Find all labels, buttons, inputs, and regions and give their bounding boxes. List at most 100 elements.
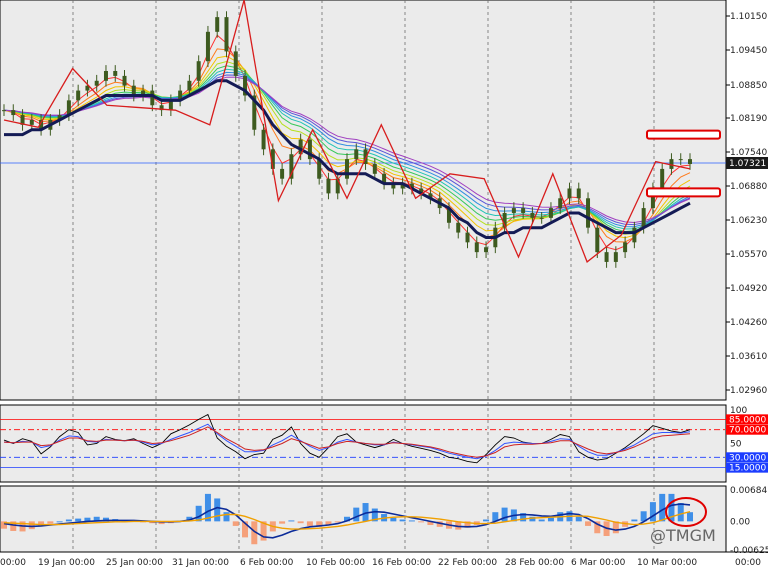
price-tick-label: 1.05570 [730,250,767,260]
candle-body [576,188,581,199]
macd-histogram-bar [631,519,638,522]
rsi-axis-mid: 50 [730,440,742,450]
rsi-level-label: 85.0000 [729,415,766,425]
candle-body [641,208,646,228]
candle-body [261,129,266,150]
macd-tick-label: 0.0068477 [730,486,768,496]
macd-histogram-bar [288,520,295,522]
candle-body [660,168,665,189]
macd-histogram-bar [687,512,693,522]
candle-body [196,61,201,81]
macd-histogram-bar [547,517,554,522]
chart-canvas: 1.10150 1.09450 1.08850 1.08190 1.07540 1.068… [0,0,768,568]
macd-histogram-bar [28,521,35,530]
candle-body [11,110,16,116]
price-tick-label: 1.02960 [730,386,767,396]
candle-body [548,208,553,218]
price-tick-label: 1.09450 [730,46,767,56]
macd-histogram-bar [65,519,72,522]
macd-histogram-bar [659,493,666,522]
price-tick-label: 1.03610 [730,352,767,362]
time-tick-label: 16 Feb 00:00 [372,558,431,568]
candle-body [76,90,81,101]
time-tick-label: 10 Mar 00:00 [637,558,697,568]
macd-histogram-bar [56,521,63,523]
macd-histogram-bar [649,502,656,522]
price-tick-label: 1.04920 [730,284,767,294]
time-tick-label: 00:00 [0,558,26,568]
candle-body [632,227,637,243]
price-tick-label: 1.07540 [730,148,767,158]
candle-body [595,227,600,253]
candle-body [326,178,331,194]
watermark-text: @TMGM [650,526,716,545]
candle-body [345,159,349,179]
candle-body [103,70,108,81]
support-box [646,187,721,198]
macd-histogram-bar [390,517,397,522]
rsi-level-label: 15.0000 [729,464,766,474]
macd-histogram-bar [418,521,425,523]
candle-body [558,198,563,209]
candle-body [215,17,220,32]
macd-histogram-bar [223,512,230,522]
candle-body [688,159,692,165]
macd-histogram-bar [297,521,304,524]
candle-body [521,208,526,213]
candle-body [465,232,470,243]
candle-body [205,31,210,62]
time-tick-label: 28 Feb 00:00 [505,558,564,568]
macd-histogram-bar [408,520,415,522]
candle-body [233,51,238,76]
candle-body [187,80,192,91]
rsi-level-label: 30.0000 [729,453,766,463]
macd-histogram-bar [399,519,406,522]
macd-histogram-bar [585,521,592,526]
macd-histogram-bar [47,521,54,524]
candle-body [623,242,628,253]
candle-body [484,247,489,253]
time-tick-label: 22 Feb 00:00 [438,558,497,568]
candle-body [456,222,461,233]
macd-histogram-bar [279,521,286,524]
macd-histogram-bar [75,518,82,522]
price-tick-label: 1.08190 [730,114,767,124]
time-tick-label: 19 Jan 00:00 [38,558,95,568]
resistance-box [646,129,721,140]
rsi-level-label: 70.0000 [729,426,766,436]
macd-histogram-bar [232,521,239,526]
candle-body [567,188,572,199]
candle-body [122,75,127,86]
time-tick-label: 00:00 [735,558,761,568]
main-panel-bg [0,0,727,401]
time-tick-label: 10 Feb 00:00 [306,558,365,568]
candle-body [586,198,591,228]
candle-body [604,252,609,262]
macd-histogram-bar [575,516,582,522]
price-tick-label: 1.08850 [730,81,767,91]
price-tick-label: 1.10150 [730,12,767,22]
candle-body [2,110,6,112]
macd-histogram-bar [538,519,545,522]
macd-tick-label: -0.0062573 [730,546,768,556]
time-tick-label: 6 Feb 00:00 [240,558,294,568]
time-tick-label: 25 Jan 00:00 [106,558,163,568]
candle-body [29,119,34,125]
chart-window: 1.10150 1.09450 1.08850 1.08190 1.07540 1.068… [0,0,768,570]
macd-histogram-bar [677,503,684,522]
current-price-label: 1.07321 [729,159,766,169]
candle-body [280,168,285,179]
macd-histogram-bar [306,521,313,526]
candle-body [539,217,544,219]
macd-tick-label: 0.00 [730,517,750,527]
time-tick-label: 31 Jan 00:00 [172,558,229,568]
candle-body [372,164,377,174]
candle-body [530,212,535,218]
candle-body [613,252,618,262]
candle-body [94,80,99,86]
candle-body [224,17,229,52]
price-tick-label: 1.06230 [730,216,767,226]
price-tick-label: 1.06880 [730,182,767,192]
candle-body [113,70,118,76]
macd-histogram-bar [214,498,221,522]
